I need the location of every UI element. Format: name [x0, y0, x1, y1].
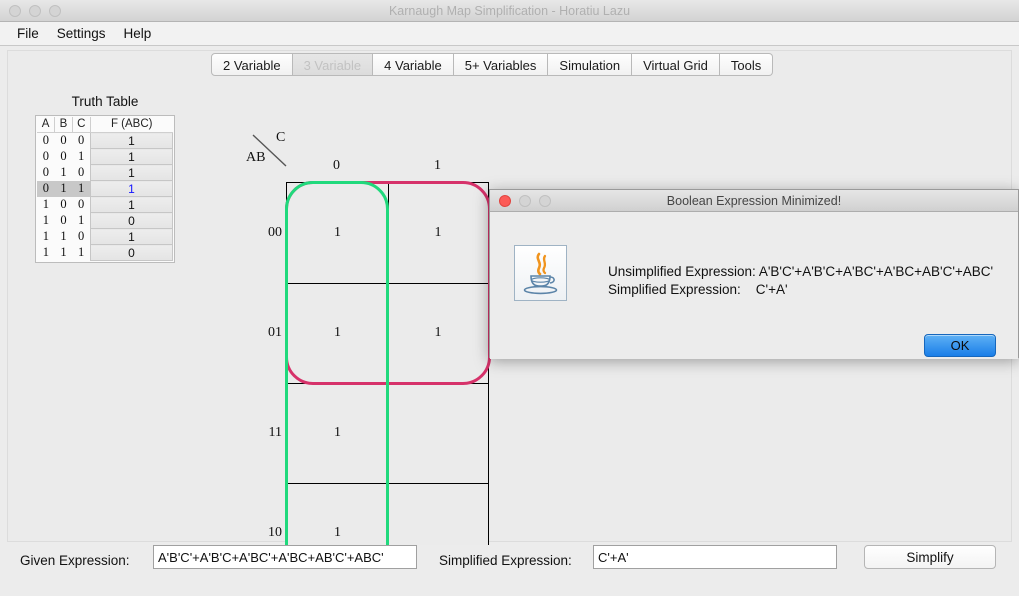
table-row[interactable]: 1 1 0 1	[37, 228, 174, 245]
cell-b: 0	[60, 213, 67, 227]
truth-table: A B C F (ABC) 0 0 0 1 0 0 1 1 0 1 0 1 0 …	[37, 117, 174, 261]
given-expression-input[interactable]	[153, 545, 417, 569]
table-row[interactable]: 0 1 0 1	[37, 164, 174, 181]
kmap-col-header-0: 0	[333, 158, 340, 173]
kmap-col-header-1: 1	[434, 158, 441, 173]
simplified-expression-label: Simplified Expression:	[439, 553, 572, 568]
close-window-button[interactable]	[9, 4, 21, 17]
dialog-unsimplified-expression: Unsimplified Expression: A'B'C'+A'B'C+A'…	[608, 264, 994, 279]
cell-a: 0	[37, 180, 55, 197]
maximize-window-button[interactable]	[49, 4, 61, 17]
cell-b: 0	[60, 133, 67, 148]
tab-5-plus-variables[interactable]: 5+ Variables	[453, 53, 549, 76]
cell-c: 1	[77, 245, 85, 259]
minimize-window-button[interactable]	[29, 4, 41, 17]
truth-table-header-c: C	[72, 117, 91, 133]
kmap-cell-01-1[interactable]: 1	[388, 283, 488, 383]
cell-a: 1	[42, 197, 49, 211]
cell-a: 0	[42, 133, 49, 148]
truth-table-box: A B C F (ABC) 0 0 0 1 0 0 1 1 0 1 0 1 0 …	[35, 115, 175, 263]
boolean-minimized-dialog: Boolean Expression Minimized! Unsimplifi…	[489, 189, 1019, 359]
cell-b: 1	[54, 180, 73, 197]
window-title: Karnaugh Map Simplification - Horatiu La…	[388, 3, 631, 18]
cell-output[interactable]: 1	[89, 148, 174, 165]
cell-output[interactable]: 0	[89, 244, 174, 261]
cell-output[interactable]: 1	[89, 196, 174, 213]
truth-table-title: Truth Table	[71, 94, 139, 109]
cell-output[interactable]: 1	[89, 228, 174, 245]
kmap-cell-01-0[interactable]: 1	[287, 283, 388, 383]
tab-tools[interactable]: Tools	[719, 53, 774, 76]
simplify-button[interactable]: Simplify	[864, 545, 996, 569]
cell-a: 1	[42, 245, 49, 259]
tab-simulation[interactable]: Simulation	[548, 53, 633, 76]
kmap-row-variable-label: AB	[246, 150, 266, 165]
cell-c: 1	[77, 213, 85, 227]
menu-help[interactable]: Help	[115, 24, 161, 43]
window-controls	[9, 4, 61, 17]
dialog-ok-button[interactable]: OK	[924, 334, 996, 357]
truth-table-header-row: A B C F (ABC)	[37, 117, 173, 133]
kmap-row-header-01: 01	[268, 325, 282, 340]
dialog-titlebar: Boolean Expression Minimized!	[490, 190, 1018, 212]
truth-table-header-f: F (ABC)	[90, 117, 173, 133]
simplified-expression-input[interactable]	[593, 545, 837, 569]
menu-bar: File Settings Help	[0, 22, 1019, 46]
table-row[interactable]: 1 0 1 0	[37, 212, 174, 229]
table-row[interactable]: 0 0 1 1	[37, 148, 174, 165]
cell-c: 0	[77, 133, 85, 148]
cell-b: 0	[60, 149, 67, 163]
cell-output[interactable]: 1	[89, 132, 174, 149]
kmap-cell-11-0[interactable]: 1	[287, 383, 388, 483]
tab-4-variable[interactable]: 4 Variable	[373, 53, 454, 76]
given-expression-label: Given Expression:	[20, 553, 130, 568]
cell-b: 1	[60, 165, 67, 179]
kmap-cell-11-1[interactable]	[388, 383, 488, 483]
dialog-body: Unsimplified Expression: A'B'C'+A'B'C+A'…	[490, 212, 1018, 359]
cell-b: 1	[60, 229, 67, 243]
dialog-title: Boolean Expression Minimized!	[666, 193, 842, 208]
table-row-selected[interactable]: 0 1 1 1	[37, 180, 174, 197]
tab-bar: 2 Variable 3 Variable 4 Variable 5+ Vari…	[211, 53, 774, 76]
kmap-cell-00-1[interactable]: 1	[388, 183, 488, 283]
java-coffee-cup-icon	[514, 245, 567, 301]
cell-c: 0	[77, 165, 85, 179]
dialog-simplified-expression: Simplified Expression: C'+A'	[608, 282, 788, 297]
cell-b: 1	[60, 245, 67, 259]
menu-settings[interactable]: Settings	[48, 24, 115, 43]
window-titlebar: Karnaugh Map Simplification - Horatiu La…	[0, 0, 1019, 22]
bottom-toolbar: Given Expression: Simplified Expression:…	[0, 545, 1019, 596]
cell-a: 1	[42, 229, 49, 243]
tab-virtual-grid[interactable]: Virtual Grid	[632, 53, 720, 76]
cell-c: 0	[77, 229, 85, 243]
table-row[interactable]: 1 0 0 1	[37, 196, 174, 213]
cell-output[interactable]: 1	[89, 180, 174, 197]
truth-table-header-a: A	[37, 117, 56, 133]
cell-c: 1	[77, 149, 85, 163]
cell-c: 1	[72, 180, 91, 197]
kmap-row-header-10: 10	[268, 525, 282, 540]
cell-output[interactable]: 1	[89, 164, 174, 181]
cell-a: 0	[42, 165, 49, 179]
tab-3-variable[interactable]: 3 Variable	[292, 53, 374, 76]
menu-file[interactable]: File	[8, 24, 48, 43]
cell-output[interactable]: 0	[89, 212, 174, 229]
cell-c: 0	[77, 197, 85, 211]
cell-a: 0	[42, 149, 49, 163]
java-logo-svg	[523, 252, 558, 295]
kmap-cell-00-0[interactable]: 1	[287, 183, 388, 283]
kmap-row-header-11: 11	[268, 425, 282, 440]
table-row[interactable]: 0 0 0 1	[37, 132, 174, 149]
tab-2-variable[interactable]: 2 Variable	[211, 53, 293, 76]
karnaugh-map: C AB 0 1 00 01 11 10 1 1 1 1 1 1	[246, 130, 491, 585]
kmap-col-variable-label: C	[276, 130, 286, 145]
cell-b: 0	[60, 197, 67, 211]
cell-a: 1	[42, 213, 49, 227]
truth-table-panel: Truth Table A B C F (ABC) 0 0 0 1 0 0 1 …	[35, 94, 175, 263]
table-row[interactable]: 1 1 1 0	[37, 244, 174, 261]
truth-table-header-b: B	[54, 117, 73, 133]
kmap-row-header-00: 00	[268, 225, 282, 240]
kmap-grid: 00 01 11 10 1 1 1 1 1 1	[268, 181, 491, 585]
